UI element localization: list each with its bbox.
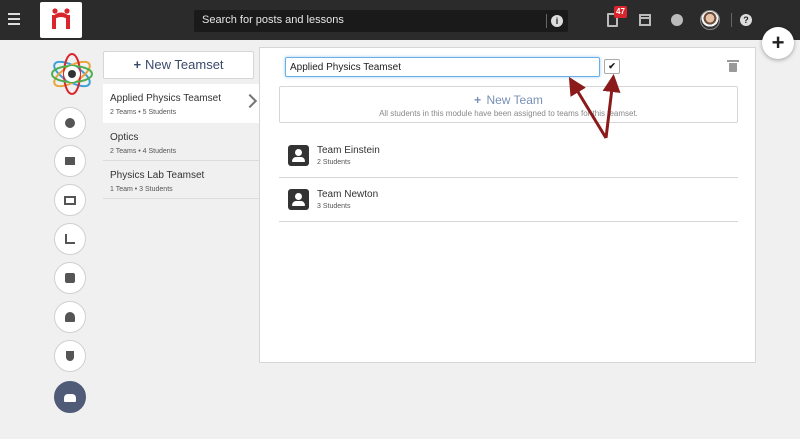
files-nav-button[interactable] [54, 145, 86, 177]
info-icon[interactable]: i [551, 15, 563, 27]
teamset-meta: 2 Teams • 5 Students [110, 109, 177, 116]
members-nav-button[interactable] [54, 301, 86, 333]
achievements-nav-button[interactable] [54, 340, 86, 372]
team-row[interactable]: Team Einstein 2 Students [279, 135, 738, 178]
folder-icon [65, 157, 75, 165]
confirm-name-button[interactable]: ✔ [604, 59, 620, 74]
new-team-note: All students in this module have been as… [379, 109, 638, 118]
course-logo[interactable] [49, 51, 95, 97]
topbar-divider [731, 13, 732, 27]
reports-nav-button[interactable] [54, 223, 86, 255]
assignments-nav-button[interactable] [54, 262, 86, 294]
menu-icon[interactable] [8, 13, 20, 25]
search-divider [546, 14, 547, 28]
user-icon [65, 312, 75, 322]
bar-chart-icon [65, 234, 75, 244]
new-teamset-label: New Teamset [145, 57, 224, 72]
team-row[interactable]: Team Newton 3 Students [279, 179, 738, 222]
teamset-name: Optics [110, 132, 139, 143]
comment-icon [65, 118, 75, 128]
team-name: Team Newton [317, 189, 379, 200]
search-input[interactable]: Search for posts and lessons [202, 14, 344, 26]
notification-badge: 47 [614, 6, 627, 18]
plus-icon: + [133, 57, 142, 72]
teams-nav-button[interactable] [54, 381, 86, 413]
discussion-nav-button[interactable] [54, 107, 86, 139]
teamset-editor-panel: ✔ + New Team All students in this module… [259, 47, 756, 363]
new-team-button[interactable]: + New Team All students in this module h… [279, 86, 738, 123]
team-meta: 3 Students [317, 203, 351, 210]
teamset-meta: 1 Team • 3 Students [110, 186, 173, 193]
teamset-meta: 2 Teams • 4 Students [110, 148, 177, 155]
newspaper-icon [64, 196, 76, 205]
help-icon[interactable]: ? [740, 14, 752, 26]
search-bar[interactable]: Search for posts and lessons i [194, 10, 568, 32]
teamset-list: Applied Physics Teamset 2 Teams • 5 Stud… [103, 84, 259, 199]
teamset-name: Applied Physics Teamset [110, 93, 221, 104]
teamset-item[interactable]: Optics 2 Teams • 4 Students [103, 123, 259, 161]
new-team-label: New Team [486, 93, 543, 107]
teamset-name: Physics Lab Teamset [110, 170, 205, 181]
plus-icon: + [474, 93, 482, 107]
checkbox-icon [65, 273, 75, 283]
top-bar: Search for posts and lessons i 47 ? [0, 0, 800, 40]
trash-icon[interactable] [727, 60, 739, 72]
teamset-item[interactable]: Applied Physics Teamset 2 Teams • 5 Stud… [103, 84, 259, 123]
group-icon [288, 145, 309, 166]
trophy-icon [66, 351, 74, 361]
teamset-name-input[interactable] [285, 57, 600, 77]
resources-nav-button[interactable] [54, 184, 86, 216]
add-button[interactable]: + [762, 27, 794, 59]
calendar-icon[interactable] [639, 14, 651, 26]
group-icon [288, 189, 309, 210]
globe-icon[interactable] [671, 14, 683, 26]
new-teamset-button[interactable]: + New Teamset [103, 51, 254, 79]
team-name: Team Einstein [317, 145, 380, 156]
app-logo[interactable] [40, 2, 82, 38]
teamset-item[interactable]: Physics Lab Teamset 1 Team • 3 Students [103, 161, 259, 199]
user-avatar[interactable] [700, 10, 720, 30]
group-icon [64, 394, 76, 402]
team-meta: 2 Students [317, 159, 351, 166]
